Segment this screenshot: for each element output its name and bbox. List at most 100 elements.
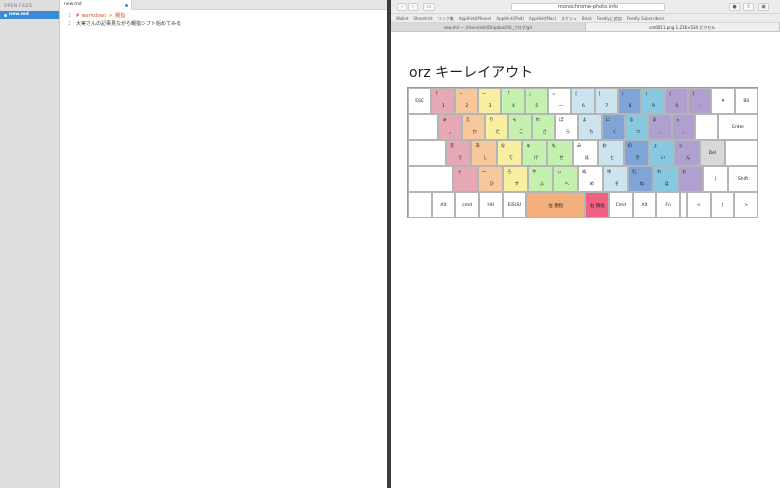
key-bottom-legend: 0: [675, 104, 679, 109]
key-bottom-legend: -: [698, 104, 701, 109]
key-top-legend: え: [465, 118, 471, 123]
keyboard-key: のき: [623, 140, 649, 166]
bookmark-item[interactable]: リンク集: [438, 14, 454, 22]
keyboard-key: ろす: [503, 166, 528, 192]
key-bottom-legend: 1: [441, 104, 445, 109]
key-label: ESC: [415, 99, 425, 104]
close-icon[interactable]: [125, 3, 128, 7]
keyboard-key: ぬめ: [578, 166, 603, 192]
key-bottom-legend: 5: [535, 104, 539, 109]
browser-tab[interactable]: orz0011.png 1,216×534 ピクセル: [585, 23, 780, 31]
key-bottom-legend: ふ: [539, 182, 545, 187]
keyboard-key: Enter: [718, 114, 758, 140]
keyboard-key: ぁ。: [438, 114, 462, 140]
key-top-legend: ゆ: [607, 170, 612, 175]
key-label: >: [744, 203, 749, 208]
key-bottom-legend: ほ: [664, 182, 670, 187]
line-number: 1: [67, 13, 71, 19]
bookmark-item[interactable]: AppHint(iPhone): [459, 14, 492, 22]
bookmark-item[interactable]: Feedly Subscribers: [627, 14, 665, 22]
editor-tab-label: new.md: [64, 2, 82, 7]
keyboard-key: ? 1: [431, 88, 455, 114]
key-top-legend: ]: [598, 92, 601, 97]
forward-button[interactable]: ›: [408, 3, 418, 11]
key-top-legend: ぃ: [557, 170, 562, 175]
keyboard-key: むね: [628, 166, 653, 192]
keyboard-key: = ー: [548, 88, 572, 114]
key-top-legend: }: [692, 92, 695, 97]
key-top-legend: よ: [582, 118, 587, 123]
keyboard-key: ょい: [648, 140, 675, 166]
key-top-legend: ー: [482, 170, 487, 175]
editor-text[interactable]: 1 # markdown > 親指 2 大実さんの記事見ながら親指シフト始めてみる: [60, 10, 387, 28]
key-bottom-legend: せ: [559, 156, 564, 161]
bookmark-item[interactable]: AppHint(iPad): [496, 14, 524, 22]
key-top-legend: み: [576, 144, 582, 149]
key-top-legend: {: [668, 92, 672, 97]
key-top-legend: あ: [475, 144, 480, 149]
key-top-legend: わ: [657, 170, 662, 175]
editor-tabbar: new.md: [60, 0, 387, 10]
key-bottom-legend: き: [635, 156, 640, 161]
tabs-button[interactable]: ▣: [758, 3, 769, 11]
line-content: 大実さんの記事見ながら親指シフト始めてみる: [74, 20, 181, 28]
keyboard-key: ぇ、: [671, 114, 695, 140]
sidebar-toggle-button[interactable]: ▭: [423, 3, 435, 11]
keyboard-key: Fn: [656, 192, 680, 218]
key-bottom-legend: 2: [465, 104, 469, 109]
key-bottom-legend: い: [660, 156, 666, 161]
keyboard-key: Shift: [728, 166, 758, 192]
address-bar[interactable]: monochrome-photo.info: [511, 3, 665, 11]
key-top-legend: ぁ: [442, 118, 447, 123]
keyboard-key: EISUU: [502, 192, 527, 218]
key-top-legend: ぱ: [559, 118, 564, 123]
key-top-legend: ゅ: [526, 144, 531, 149]
key-top-legend: ろ: [507, 170, 512, 175]
back-button[interactable]: ‹: [397, 3, 407, 11]
download-button[interactable]: ●: [729, 3, 740, 11]
bookmark-item[interactable]: AppHint(Mac): [529, 14, 556, 22]
editor-tab[interactable]: new.md: [60, 0, 132, 10]
code-token: 親指: [115, 13, 126, 19]
key-bottom-legend: つ: [635, 130, 641, 135]
key-bottom-legend: ら: [565, 130, 571, 135]
keyboard-key: ) 9: [641, 88, 665, 114]
keyboard-key: ゆそ: [603, 166, 628, 192]
sidebar-file-item[interactable]: new.md: [0, 11, 59, 19]
bookmark-item[interactable]: スケジュ: [561, 14, 577, 22]
key-bottom-legend: そ: [614, 182, 620, 187]
key-bottom-legend: ち: [588, 130, 594, 135]
key-top-legend: =: [552, 92, 556, 97]
keyboard-key: ゃこ: [508, 114, 532, 140]
bookmarks-bar: Wallet Sharehint リンク集 AppHint(iPhone) AppHin…: [391, 14, 780, 23]
key-bottom-legend: た: [495, 130, 501, 135]
key-top-legend: の: [627, 144, 633, 149]
key-bottom-legend: め: [589, 182, 595, 187]
keyboard-key: ¥: [711, 88, 735, 114]
keyboard-key: ぱら: [555, 114, 579, 140]
browser-tab[interactable]: new.md — /Users/eiiti/Dropbox/00_ブログ/git: [391, 23, 586, 31]
bookmark-item[interactable]: Feedlyに追加: [597, 14, 622, 22]
share-button[interactable]: ⇧: [743, 3, 754, 11]
keyboard-key: Alt: [632, 192, 657, 218]
key-top-legend: ?: [435, 92, 438, 97]
keyboard-key: [408, 114, 439, 140]
code-token: # markdown >: [76, 13, 116, 19]
key-label: Enter: [732, 125, 745, 130]
bookmark-item[interactable]: Wallet: [396, 14, 408, 22]
key-bottom-legend: 、: [682, 130, 687, 135]
bookmark-item[interactable]: Brisk: [582, 14, 592, 22]
keyboard-key: なて: [496, 140, 523, 166]
key-top-legend: ぬ: [582, 170, 587, 175]
bookmark-item[interactable]: Sharehint: [413, 14, 432, 22]
keyboard-key: りた: [485, 114, 509, 140]
keyboard-key: [679, 192, 688, 218]
browser-window: ‹ › ▭ monochrome-photo.info ● ⇧ ▣ Wallet…: [391, 0, 780, 488]
keyboard-key: |: [703, 166, 728, 192]
key-label: EISUU: [507, 203, 522, 208]
page-content: orz キーレイアウト ESC? 1 ・ 2 ~3 「4」 5 = ー[6] 7(8) 9{0} - ¥…: [391, 32, 780, 487]
keyboard-key: やふ: [528, 166, 553, 192]
key-bottom-legend: く: [612, 130, 617, 135]
keyboard-key: ESC: [408, 88, 432, 114]
keyboard-key: {0: [664, 88, 688, 114]
